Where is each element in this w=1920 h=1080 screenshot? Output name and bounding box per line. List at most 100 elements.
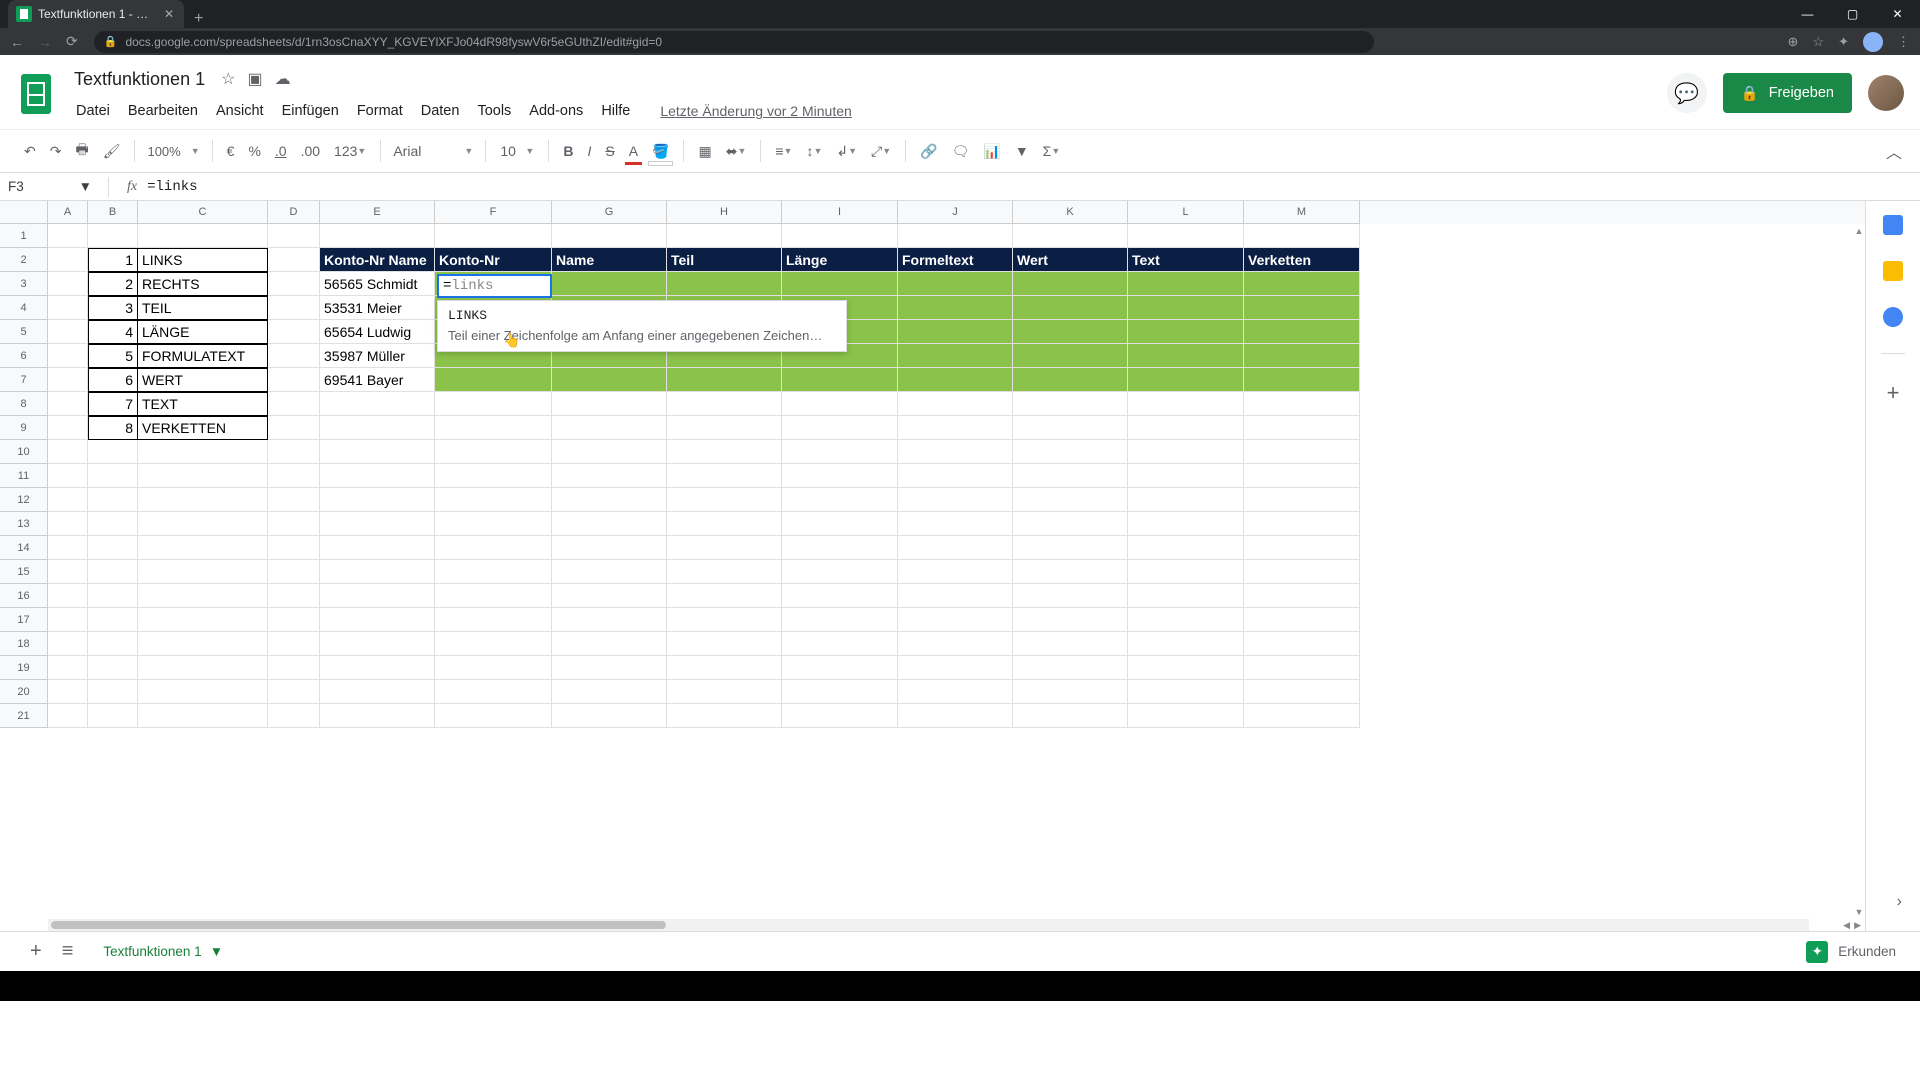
currency-button[interactable]: €: [221, 139, 241, 163]
share-button[interactable]: 🔒 Freigeben: [1723, 73, 1852, 113]
cell-F8[interactable]: [435, 392, 552, 416]
cell-E13[interactable]: [320, 512, 435, 536]
star-icon[interactable]: ☆: [221, 69, 235, 89]
zoom-icon[interactable]: ⊕: [1788, 34, 1799, 50]
cell-B17[interactable]: [88, 608, 138, 632]
cell-M20[interactable]: [1244, 680, 1360, 704]
cell-B10[interactable]: [88, 440, 138, 464]
cell-K4[interactable]: [1013, 296, 1128, 320]
formula-autocomplete[interactable]: LINKS Teil einer Zeichenfolge am Anfang …: [437, 300, 847, 352]
undo-button[interactable]: ↶: [18, 139, 42, 164]
row-header-20[interactable]: 20: [0, 680, 48, 704]
scroll-left-icon[interactable]: ◀: [1843, 920, 1850, 931]
cell-A14[interactable]: [48, 536, 88, 560]
cell-E4[interactable]: 53531 Meier: [320, 296, 435, 320]
cell-M7[interactable]: [1244, 368, 1360, 392]
cell-C12[interactable]: [138, 488, 268, 512]
suggest-function-name[interactable]: LINKS: [438, 305, 846, 326]
cell-D19[interactable]: [268, 656, 320, 680]
cell-C19[interactable]: [138, 656, 268, 680]
cell-J2[interactable]: Formeltext: [898, 248, 1013, 272]
cell-L15[interactable]: [1128, 560, 1244, 584]
cell-C4[interactable]: TEIL: [138, 296, 268, 320]
cell-D3[interactable]: [268, 272, 320, 296]
col-header-H[interactable]: H: [667, 201, 782, 224]
zoom-select[interactable]: 100%▼: [143, 144, 203, 159]
cell-B15[interactable]: [88, 560, 138, 584]
cell-H13[interactable]: [667, 512, 782, 536]
extensions-icon[interactable]: ✦: [1838, 34, 1849, 50]
cell-H9[interactable]: [667, 416, 782, 440]
cell-H2[interactable]: Teil: [667, 248, 782, 272]
col-header-G[interactable]: G: [552, 201, 667, 224]
comment-button[interactable]: 🗨: [946, 139, 976, 164]
menu-addons[interactable]: Add-ons: [521, 99, 591, 123]
cell-I20[interactable]: [782, 680, 898, 704]
cell-C7[interactable]: WERT: [138, 368, 268, 392]
cell-L11[interactable]: [1128, 464, 1244, 488]
sheets-logo-icon[interactable]: [16, 67, 56, 121]
cell-K15[interactable]: [1013, 560, 1128, 584]
cell-E5[interactable]: 65654 Ludwig: [320, 320, 435, 344]
maximize-button[interactable]: ▢: [1830, 0, 1875, 28]
col-header-J[interactable]: J: [898, 201, 1013, 224]
cell-J18[interactable]: [898, 632, 1013, 656]
number-format-select[interactable]: 123▼: [328, 139, 372, 163]
cell-D14[interactable]: [268, 536, 320, 560]
cell-E1[interactable]: [320, 224, 435, 248]
account-avatar[interactable]: [1868, 75, 1904, 111]
cell-K13[interactable]: [1013, 512, 1128, 536]
row-header-6[interactable]: 6: [0, 344, 48, 368]
row-header-18[interactable]: 18: [0, 632, 48, 656]
menu-hilfe[interactable]: Hilfe: [593, 99, 638, 123]
col-header-D[interactable]: D: [268, 201, 320, 224]
cell-L5[interactable]: [1128, 320, 1244, 344]
cell-D12[interactable]: [268, 488, 320, 512]
cell-J20[interactable]: [898, 680, 1013, 704]
vertical-scrollbar[interactable]: ▲ ▼: [1853, 224, 1865, 919]
cell-G3[interactable]: [552, 272, 667, 296]
cell-F19[interactable]: [435, 656, 552, 680]
row-header-13[interactable]: 13: [0, 512, 48, 536]
cell-A20[interactable]: [48, 680, 88, 704]
cell-D13[interactable]: [268, 512, 320, 536]
row-header-17[interactable]: 17: [0, 608, 48, 632]
cell-E6[interactable]: 35987 Müller: [320, 344, 435, 368]
cell-C15[interactable]: [138, 560, 268, 584]
cell-L16[interactable]: [1128, 584, 1244, 608]
cell-D5[interactable]: [268, 320, 320, 344]
cell-E19[interactable]: [320, 656, 435, 680]
cell-C6[interactable]: FORMULATEXT: [138, 344, 268, 368]
print-button[interactable]: 🖶: [69, 135, 94, 167]
cell-J10[interactable]: [898, 440, 1013, 464]
add-addon-icon[interactable]: +: [1887, 380, 1900, 406]
cell-D16[interactable]: [268, 584, 320, 608]
cell-C8[interactable]: TEXT: [138, 392, 268, 416]
cell-I2[interactable]: Länge: [782, 248, 898, 272]
cell-I9[interactable]: [782, 416, 898, 440]
cell-L9[interactable]: [1128, 416, 1244, 440]
add-sheet-button[interactable]: +: [30, 940, 42, 963]
cell-A16[interactable]: [48, 584, 88, 608]
row-header-9[interactable]: 9: [0, 416, 48, 440]
cell-F12[interactable]: [435, 488, 552, 512]
cell-A7[interactable]: [48, 368, 88, 392]
all-sheets-button[interactable]: ≡: [62, 940, 74, 963]
document-title[interactable]: Textfunktionen 1: [68, 67, 211, 92]
scroll-up-icon[interactable]: ▲: [1853, 224, 1865, 238]
cell-C2[interactable]: LINKS: [138, 248, 268, 272]
col-header-K[interactable]: K: [1013, 201, 1128, 224]
cell-M21[interactable]: [1244, 704, 1360, 728]
select-all-corner[interactable]: [0, 201, 48, 224]
cell-I16[interactable]: [782, 584, 898, 608]
close-tab-icon[interactable]: ✕: [162, 7, 176, 21]
cell-K11[interactable]: [1013, 464, 1128, 488]
cell-D10[interactable]: [268, 440, 320, 464]
cell-E3[interactable]: 56565 Schmidt: [320, 272, 435, 296]
cell-M1[interactable]: [1244, 224, 1360, 248]
cell-M3[interactable]: [1244, 272, 1360, 296]
menu-tools[interactable]: Tools: [469, 99, 519, 123]
row-header-11[interactable]: 11: [0, 464, 48, 488]
cell-B13[interactable]: [88, 512, 138, 536]
tasks-icon[interactable]: [1883, 307, 1903, 327]
